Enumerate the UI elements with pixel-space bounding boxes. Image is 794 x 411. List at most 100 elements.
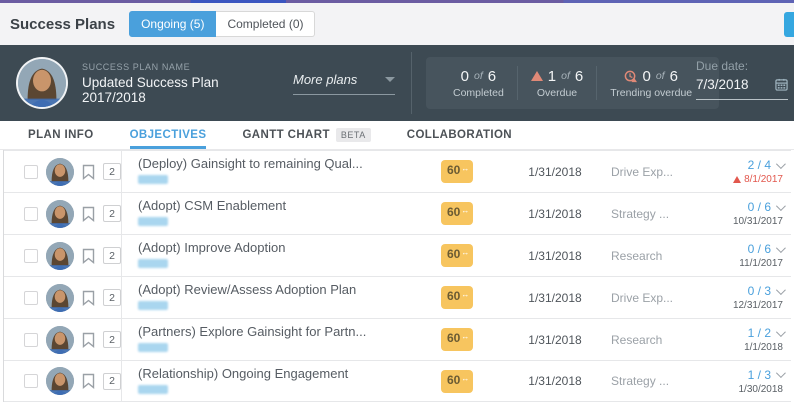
objective-title-cell[interactable]: (Deploy) Gainsight to remaining Qual... (122, 151, 441, 192)
bookmark-icon[interactable] (82, 332, 95, 348)
row-controls: 2 (4, 235, 122, 276)
score-badge[interactable]: 60 ↔ (441, 160, 473, 183)
cta-count-badge[interactable]: 2 (103, 247, 121, 264)
progress-cell: 0 / 3 12/31/2017 (707, 277, 791, 318)
score-value: 60 (447, 206, 460, 219)
objective-owner-avatar[interactable] (46, 158, 74, 186)
more-plans-label: More plans (293, 72, 357, 87)
objective-title-cell[interactable]: (Relationship) Ongoing Engagement (122, 361, 441, 401)
row-checkbox[interactable] (24, 165, 38, 179)
objective-title-cell[interactable]: (Adopt) CSM Enablement (122, 193, 441, 234)
more-plans-dropdown[interactable]: More plans (293, 72, 395, 95)
progress-expander[interactable]: 1 / 3 (748, 368, 783, 382)
cta-count-badge[interactable]: 2 (103, 373, 121, 390)
tab-collaboration[interactable]: COLLABORATION (407, 121, 512, 149)
score-cell: 60 ↔ (441, 319, 499, 360)
objective-owner-avatar[interactable] (46, 242, 74, 270)
score-badge[interactable]: 60 ↔ (441, 244, 473, 267)
due-date-label: Due date: (696, 59, 788, 73)
stat-overdue: 1 of 6 Overdue (518, 68, 596, 99)
progress-count: 0 / 3 (748, 284, 771, 298)
due-date-value: 7/3/2018 (696, 77, 749, 92)
avatar-image (46, 242, 74, 270)
bookmark-icon[interactable] (82, 248, 95, 264)
score-cell: 60 ↔ (441, 193, 499, 234)
score-trend-arrows-icon: ↔ (461, 164, 469, 173)
category-cell: Research (611, 235, 707, 276)
progress-sub-date: 11/1/2017 (739, 258, 783, 269)
stat-overdue-count: 1 (548, 68, 556, 85)
cta-count-badge[interactable]: 2 (103, 331, 121, 348)
progress-expander[interactable]: 0 / 6 (748, 242, 783, 256)
row-controls: 2 (4, 193, 122, 234)
bookmark-icon[interactable] (82, 373, 95, 389)
score-badge[interactable]: 60 ↔ (441, 286, 473, 309)
objective-title-cell[interactable]: (Partners) Explore Gainsight for Partn..… (122, 319, 441, 360)
objective-row[interactable]: 2 (Adopt) CSM Enablement 60 ↔ 1/31/2018 … (4, 192, 791, 234)
beta-badge: BETA (336, 128, 371, 142)
new-plan-button-partial[interactable] (784, 12, 794, 37)
due-date-field[interactable]: 7/3/2018 (696, 77, 788, 100)
objective-status-pill (138, 343, 168, 352)
score-value: 60 (447, 332, 460, 345)
score-trend-arrows-icon: ↔ (461, 290, 469, 299)
objective-owner-avatar[interactable] (46, 200, 74, 228)
tab-gantt-chart-label: GANTT CHART (242, 129, 329, 141)
objective-row[interactable]: 2 (Adopt) Review/Assess Adoption Plan 60… (4, 276, 791, 318)
objective-owner-avatar[interactable] (46, 284, 74, 312)
cta-count-badge[interactable]: 2 (103, 163, 121, 180)
objective-row[interactable]: 2 (Adopt) Improve Adoption 60 ↔ 1/31/201… (4, 234, 791, 276)
row-checkbox[interactable] (24, 374, 38, 388)
trending-clock-icon (624, 70, 637, 83)
objective-status-pill (138, 217, 168, 226)
bookmark-icon[interactable] (82, 164, 95, 180)
progress-expander[interactable]: 2 / 4 (748, 158, 783, 172)
avatar-image (46, 326, 74, 354)
objective-title-cell[interactable]: (Adopt) Review/Assess Adoption Plan (122, 277, 441, 318)
progress-cell: 1 / 2 1/1/2018 (707, 319, 791, 360)
objective-row[interactable]: 2 (Deploy) Gainsight to remaining Qual..… (4, 150, 791, 192)
cta-count-badge[interactable]: 2 (103, 289, 121, 306)
tab-plan-info-label: PLAN INFO (28, 129, 94, 141)
objective-status-pill (138, 301, 168, 310)
score-badge[interactable]: 60 ↔ (441, 370, 473, 393)
plan-header: SUCCESS PLAN NAME Updated Success Plan 2… (0, 45, 794, 121)
plan-owner-avatar[interactable] (16, 57, 68, 109)
chevron-down-icon (776, 368, 786, 378)
plan-stats-box: 0 of 6 Completed 1 of 6 Overdue (426, 57, 719, 109)
objective-owner-avatar[interactable] (46, 367, 74, 395)
bookmark-icon[interactable] (82, 206, 95, 222)
row-controls: 2 (4, 319, 122, 360)
objective-row[interactable]: 2 (Partners) Explore Gainsight for Partn… (4, 318, 791, 360)
row-checkbox[interactable] (24, 207, 38, 221)
chevron-down-icon (776, 243, 786, 253)
completed-tab[interactable]: Completed (0) (216, 11, 315, 37)
objective-owner-avatar[interactable] (46, 326, 74, 354)
due-date-cell: 1/31/2018 (499, 361, 611, 401)
objective-title-cell[interactable]: (Adopt) Improve Adoption (122, 235, 441, 276)
ongoing-tab[interactable]: Ongoing (5) (129, 11, 216, 37)
row-checkbox[interactable] (24, 333, 38, 347)
tab-objectives[interactable]: OBJECTIVES (130, 121, 207, 149)
calendar-icon[interactable] (775, 78, 788, 91)
cta-count-badge[interactable]: 2 (103, 205, 121, 222)
row-checkbox[interactable] (24, 291, 38, 305)
tab-plan-info[interactable]: PLAN INFO (28, 121, 94, 149)
score-badge[interactable]: 60 ↔ (441, 202, 473, 225)
plan-name-label: SUCCESS PLAN NAME (82, 62, 277, 72)
progress-sub-date: 1/1/2018 (744, 342, 783, 353)
stat-of-label: of (561, 70, 570, 82)
score-value: 60 (447, 248, 460, 261)
row-controls: 2 (4, 151, 122, 192)
row-controls: 2 (4, 277, 122, 318)
progress-expander[interactable]: 0 / 3 (748, 284, 783, 298)
progress-expander[interactable]: 0 / 6 (748, 200, 783, 214)
bookmark-icon[interactable] (82, 290, 95, 306)
progress-expander[interactable]: 1 / 2 (748, 326, 783, 340)
chevron-down-icon (776, 327, 786, 337)
chevron-down-icon (776, 201, 786, 211)
row-checkbox[interactable] (24, 249, 38, 263)
score-badge[interactable]: 60 ↔ (441, 328, 473, 351)
objective-row[interactable]: 2 (Relationship) Ongoing Engagement 60 ↔… (4, 360, 791, 402)
tab-gantt-chart[interactable]: GANTT CHART BETA (242, 121, 370, 149)
